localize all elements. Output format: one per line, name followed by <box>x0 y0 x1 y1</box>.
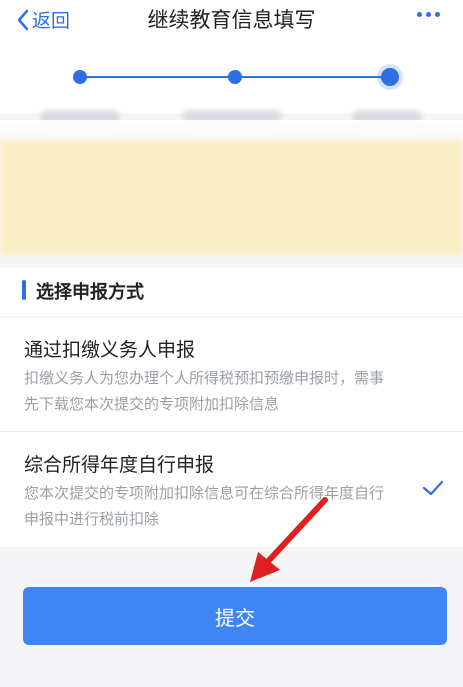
step-dot-1 <box>73 70 87 84</box>
progress-steps <box>0 44 463 124</box>
step-dot-2 <box>228 70 242 84</box>
step-dot-3 <box>381 68 399 86</box>
nav-bar: 返回 继续教育信息填写 <box>0 0 463 44</box>
section-header: 选择申报方式 <box>0 268 463 317</box>
section-title: 选择申报方式 <box>36 282 144 303</box>
page-title: 继续教育信息填写 <box>147 8 316 32</box>
section-accent-bar <box>22 280 26 300</box>
option-withholding-agent[interactable]: 通过扣缴义务人申报 扣缴义务人为您办理个人所得税预扣预缴申报时，需事先下载您本次… <box>0 317 463 432</box>
option-description: 扣缴义务人为您办理个人所得税预扣预缴申报时，需事先下载您本次提交的专项附加扣除信… <box>24 369 385 413</box>
option-title: 综合所得年度自行申报 <box>24 454 215 476</box>
annotation-arrow-icon <box>250 497 328 582</box>
blurred-notice-banner <box>0 140 463 255</box>
option-title: 通过扣缴义务人申报 <box>24 339 196 361</box>
checkmark-icon <box>422 480 444 496</box>
more-dots-icon[interactable] <box>417 12 441 18</box>
